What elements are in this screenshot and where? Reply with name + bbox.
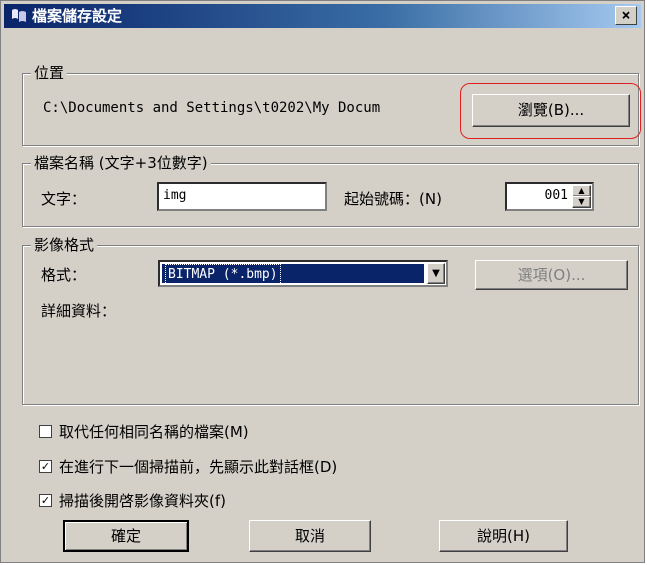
cancel-button[interactable]: 取消 [249,520,371,552]
format-selected-value: BITMAP (*.bmp) [162,264,424,285]
title-bar[interactable]: 檔案儲存設定 × [4,4,641,28]
options-button[interactable]: 選項(O)... [475,260,628,290]
scanner-app-icon [12,9,26,22]
replace-same-name-label: 取代任何相同名稱的檔案(M) [59,423,249,441]
start-number-input[interactable]: 001 ▲ ▼ [505,182,594,211]
image-format-legend: 影像格式 [31,235,98,255]
show-dialog-label: 在進行下一個掃描前，先顯示此對話框(D) [59,458,338,476]
window-title: 檔案儲存設定 [32,7,123,25]
browse-highlight-annotation [460,83,641,139]
open-folder-checkbox[interactable]: ✓ [39,494,52,507]
spin-down-button[interactable]: ▼ [572,196,591,208]
text-prefix-value: img [163,188,187,203]
start-number-label: 起始號碼：(N) [344,190,442,208]
open-folder-option[interactable]: ✓ 掃描後開啓影像資料夾(f) [39,490,379,512]
replace-same-name-checkbox[interactable] [39,425,52,438]
text-label: 文字： [41,190,87,208]
file-save-settings-dialog: 檔案儲存設定 × 位置 C:\Documents and Settings\t0… [0,0,645,563]
show-dialog-checkbox[interactable]: ✓ [39,460,52,473]
ok-button[interactable]: 確定 [63,520,189,552]
show-dialog-option[interactable]: ✓ 在進行下一個掃描前，先顯示此對話框(D) [39,456,479,478]
help-button[interactable]: 說明(H) [439,520,568,552]
format-select[interactable]: BITMAP (*.bmp) ▼ [158,260,448,287]
start-number-value: 001 [544,188,568,203]
close-button[interactable]: × [615,6,637,25]
replace-same-name-option[interactable]: 取代任何相同名稱的檔案(M) [39,421,379,443]
open-folder-label: 掃描後開啓影像資料夾(f) [59,492,226,510]
text-prefix-input[interactable]: img [157,182,327,211]
location-legend: 位置 [31,63,68,83]
filename-legend: 檔案名稱 (文字+3位數字) [31,153,211,173]
save-path-text: C:\Documents and Settings\t0202\My Docum [43,100,381,116]
detail-label: 詳細資料： [41,302,117,320]
spinner[interactable]: ▲ ▼ [572,185,591,208]
format-dropdown-button[interactable]: ▼ [427,263,445,284]
format-label: 格式： [41,266,87,284]
